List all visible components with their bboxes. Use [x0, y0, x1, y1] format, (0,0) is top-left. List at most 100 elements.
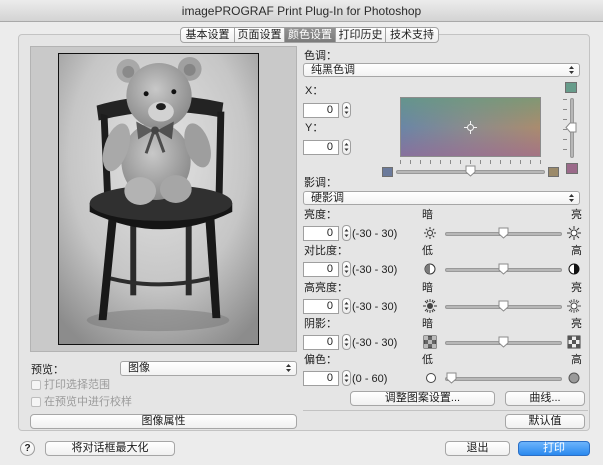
bear-eye	[171, 89, 177, 95]
stepper-arrows-icon	[344, 374, 349, 382]
cancel-button[interactable]: 退出	[445, 441, 510, 456]
brightness-slider-thumb[interactable]	[498, 227, 509, 239]
image-properties-button[interactable]: 图像属性	[30, 414, 297, 429]
defaults-button[interactable]: 默认值	[505, 414, 585, 429]
preview-label: 预览：	[31, 364, 64, 376]
stepper-arrows-icon	[344, 229, 349, 237]
maximize-dialog-button[interactable]: 将对话框最大化	[45, 441, 175, 456]
print-button[interactable]: 打印	[518, 441, 590, 456]
tab-support[interactable]: 技术支持	[386, 28, 438, 42]
color-cast-slider-thumb[interactable]	[446, 372, 457, 384]
brightness-label: 亮度：	[304, 209, 337, 221]
x-slider-ticks	[400, 160, 541, 164]
contrast-slider-thumb[interactable]	[498, 263, 509, 275]
tab-page-settings[interactable]: 页面设置	[235, 28, 285, 42]
bear-eye	[143, 91, 149, 97]
contrast-range: (-30 - 30)	[352, 264, 398, 276]
highlight-range: (-30 - 30)	[352, 301, 398, 313]
sun-large-icon	[567, 226, 581, 240]
highlight-dark-icon	[423, 299, 437, 313]
tab-print-history[interactable]: 打印历史	[336, 28, 386, 42]
shadow-dark-icon	[423, 335, 437, 349]
shadow-stepper[interactable]	[342, 334, 351, 350]
y-slider-thumb[interactable]	[565, 122, 577, 133]
bear-right-foot	[159, 175, 192, 203]
tone-value: 硬影调	[311, 192, 344, 204]
hollow-circle-icon	[426, 373, 436, 383]
brightness-row: 亮度： 暗 亮 0 (-30 - 30)	[303, 209, 588, 245]
color-cast-row: 偏色： 低 高 0 (0 - 60)	[303, 354, 588, 390]
shadow-row: 阴影： 暗 亮 0 (-30 - 30)	[303, 318, 588, 354]
shadow-input[interactable]: 0	[303, 335, 339, 350]
highlight-input[interactable]: 0	[303, 299, 339, 314]
color-tone-value: 纯黑色调	[311, 64, 355, 76]
crosshair-icon[interactable]	[464, 121, 477, 134]
brightness-input[interactable]: 0	[303, 226, 339, 241]
highlight-bright-icon	[567, 299, 581, 313]
x-label: X：	[305, 85, 324, 97]
color-cast-slider-track[interactable]	[445, 377, 562, 381]
stepper-arrows-icon	[344, 265, 349, 273]
brightness-range: (-30 - 30)	[352, 228, 398, 240]
preview-mode-value: 图像	[128, 362, 150, 374]
brightness-stepper[interactable]	[342, 225, 351, 241]
preview-mode-select[interactable]: 图像	[120, 361, 297, 376]
shadow-low-label: 暗	[422, 318, 433, 330]
contrast-low-label: 低	[422, 245, 433, 257]
contrast-high-icon	[568, 263, 580, 275]
color-tone-xy-pad[interactable]	[400, 97, 541, 157]
shadow-high-label: 亮	[571, 318, 582, 330]
highlight-label: 高亮度：	[304, 282, 348, 294]
contrast-row: 对比度： 低 高 0 (-30 - 30)	[303, 245, 588, 281]
x-stepper[interactable]	[342, 102, 351, 118]
highlight-slider-thumb[interactable]	[498, 300, 509, 312]
x-minus-swatch	[382, 167, 393, 177]
select-arrows-icon	[286, 364, 291, 372]
contrast-low-icon	[424, 263, 436, 275]
color-cast-high-label: 高	[571, 354, 582, 366]
shadow-slider-thumb[interactable]	[498, 336, 509, 348]
color-cast-stepper[interactable]	[342, 370, 351, 386]
contrast-input[interactable]: 0	[303, 262, 339, 277]
y-minus-swatch	[566, 163, 578, 174]
x-input[interactable]: 0	[303, 103, 339, 118]
color-tone-label: 色调：	[304, 50, 337, 62]
tab-color-settings[interactable]: 颜色设置	[285, 28, 336, 42]
brightness-low-label: 暗	[422, 209, 433, 221]
tone-select[interactable]: 硬影调	[303, 191, 580, 205]
x-slider-thumb[interactable]	[465, 165, 476, 177]
y-plus-swatch	[565, 82, 577, 93]
stepper-arrows-icon	[344, 338, 349, 346]
filled-circle-icon	[568, 372, 580, 384]
window-title-bar[interactable]: imagePROGRAF Print Plug-In for Photoshop	[0, 0, 603, 22]
highlight-stepper[interactable]	[342, 298, 351, 314]
proof-preview-checkbox[interactable]	[31, 397, 41, 407]
color-cast-low-label: 低	[422, 354, 433, 366]
highlight-high-label: 亮	[571, 282, 582, 294]
proof-preview-label: 在预览中进行校样	[44, 396, 132, 408]
bear-left-foot	[124, 177, 157, 205]
color-cast-label: 偏色：	[304, 354, 337, 366]
y-stepper[interactable]	[342, 139, 351, 155]
divider	[303, 410, 588, 411]
adjust-pattern-button[interactable]: 调整图案设置...	[350, 391, 495, 406]
tab-basic-settings[interactable]: 基本设置	[181, 28, 235, 42]
print-selection-checkbox[interactable]	[31, 380, 41, 390]
highlight-row: 高亮度： 暗 亮 0 (-30 - 30)	[303, 282, 588, 318]
brightness-high-label: 亮	[571, 209, 582, 221]
color-cast-input[interactable]: 0	[303, 371, 339, 386]
curves-button[interactable]: 曲线...	[505, 391, 585, 406]
y-label: Y：	[305, 122, 324, 134]
select-arrows-icon	[569, 194, 574, 202]
help-button[interactable]: ?	[20, 441, 35, 456]
window-title: imagePROGRAF Print Plug-In for Photoshop	[181, 4, 422, 18]
stepper-arrows-icon	[344, 106, 349, 114]
color-cast-range: (0 - 60)	[352, 373, 388, 385]
stepper-arrows-icon	[344, 302, 349, 310]
color-tone-select[interactable]: 纯黑色调	[303, 63, 580, 77]
bear-right-ear-inner	[183, 63, 196, 76]
y-input[interactable]: 0	[303, 140, 339, 155]
tab-bar: 基本设置 页面设置 颜色设置 打印历史 技术支持	[180, 27, 439, 43]
contrast-stepper[interactable]	[342, 261, 351, 277]
teddy-bear-photo	[59, 54, 258, 344]
